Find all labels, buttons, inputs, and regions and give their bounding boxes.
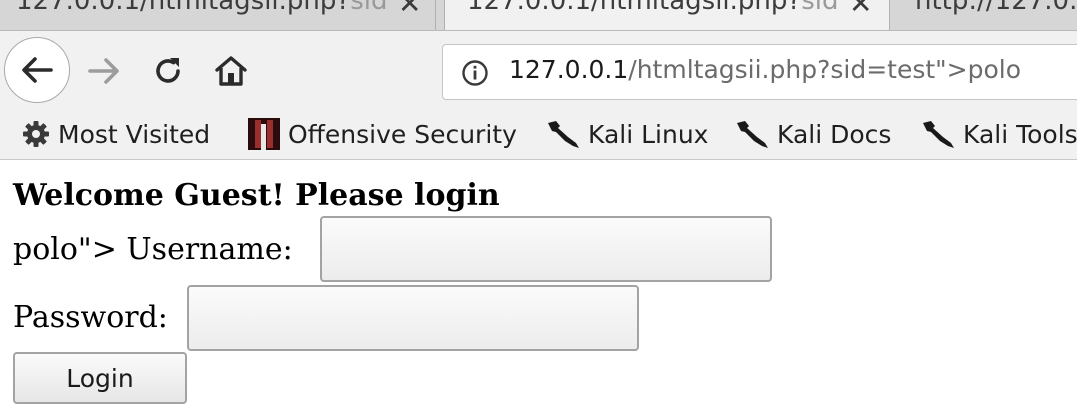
login-button[interactable]: Login xyxy=(13,352,187,404)
page-content: Welcome Guest! Please login polo"> Usern… xyxy=(0,160,1077,406)
username-label: polo"> Username: xyxy=(13,232,293,267)
forward-icon xyxy=(88,58,119,84)
welcome-heading: Welcome Guest! Please login xyxy=(13,178,500,213)
gear-icon xyxy=(23,121,49,147)
bookmark-kali-tools-label: Kali Tools xyxy=(963,119,1077,149)
tab-strip: 127.0.0.1/htmltagsii.php?sid ✕ 127.0.0.1… xyxy=(0,0,1077,31)
tab-1-label: 127.0.0.1/htmltagsii.php?sid xyxy=(16,0,388,16)
bookmark-most-visited-label: Most Visited xyxy=(58,119,211,149)
browser-window: 127.0.0.1/htmltagsii.php?sid ✕ 127.0.0.1… xyxy=(0,0,1077,406)
tab-1[interactable]: 127.0.0.1/htmltagsii.php?sid ✕ xyxy=(0,0,436,30)
tab-2-active[interactable]: 127.0.0.1/htmltagsii.php?sid ✕ xyxy=(444,0,890,30)
bookmark-kali-linux[interactable]: Kali Linux xyxy=(546,111,708,157)
bookmark-kali-docs[interactable]: Kali Docs xyxy=(735,111,891,157)
bookmark-kali-docs-label: Kali Docs xyxy=(777,119,892,149)
offensive-security-logo-icon xyxy=(248,118,280,150)
bookmarks-toolbar: Most Visited Offensive Security Kali Lin… xyxy=(0,111,1077,160)
navigation-toolbar: 127.0.0.1/htmltagsii.php?sid=test">polo xyxy=(0,31,1077,111)
bookmark-kali-linux-label: Kali Linux xyxy=(588,119,709,149)
username-input[interactable] xyxy=(320,216,772,282)
kali-dragon-icon xyxy=(923,121,954,148)
home-button[interactable] xyxy=(210,51,252,91)
kali-dragon-icon xyxy=(737,121,768,148)
kali-dragon-icon xyxy=(548,121,579,148)
info-icon[interactable] xyxy=(461,59,489,87)
tab-2-label: 127.0.0.1/htmltagsii.php?sid xyxy=(467,0,839,16)
url-path: /htmltagsii.php?sid=test">polo xyxy=(628,55,1022,84)
url-bar[interactable]: 127.0.0.1/htmltagsii.php?sid=test">polo xyxy=(442,44,1077,100)
bookmark-offensive-security-label: Offensive Security xyxy=(288,119,517,149)
back-icon xyxy=(22,57,53,83)
reload-button[interactable] xyxy=(148,53,188,89)
reload-icon xyxy=(156,58,180,83)
back-button[interactable] xyxy=(4,37,70,103)
tab-1-close-icon[interactable]: ✕ xyxy=(398,0,421,20)
password-input[interactable] xyxy=(187,285,639,351)
home-icon xyxy=(215,56,247,86)
tab-3-label: http://127.0.0. xyxy=(915,0,1077,16)
forward-button[interactable] xyxy=(84,53,124,89)
tab-3[interactable]: http://127.0.0. xyxy=(897,0,1077,30)
password-label: Password: xyxy=(13,300,168,335)
tab-2-close-icon[interactable]: ✕ xyxy=(849,0,872,20)
bookmark-most-visited[interactable]: Most Visited xyxy=(22,111,210,157)
bookmark-kali-tools[interactable]: Kali Tools xyxy=(921,111,1077,157)
url-host: 127.0.0.1 xyxy=(509,55,629,84)
bookmark-offensive-security[interactable]: Offensive Security xyxy=(248,111,517,157)
url-text[interactable]: 127.0.0.1/htmltagsii.php?sid=test">polo xyxy=(509,55,1021,84)
